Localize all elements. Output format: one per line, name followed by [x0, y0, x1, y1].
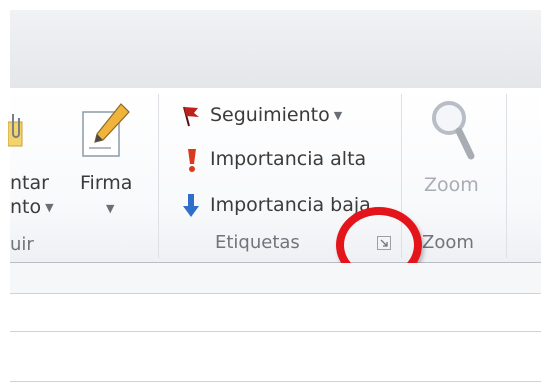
chevron-down-icon: ▼: [45, 201, 54, 214]
group-separator: [158, 94, 159, 258]
group-separator: [506, 94, 507, 258]
include-group-label: uir: [10, 234, 34, 255]
divider: [10, 331, 541, 332]
outlook-ribbon-screenshot: ntar nto ▼ uir Firma ▼ Seguimiento ▼ Imp…: [0, 0, 541, 385]
attach-button[interactable]: ntar nto ▼: [10, 172, 70, 224]
down-arrow-icon: [182, 192, 200, 222]
tags-group-label: Etiquetas: [215, 232, 300, 253]
high-importance-label: Importancia alta: [210, 148, 367, 170]
magnifier-icon: [429, 98, 477, 166]
attach-label-line1: ntar: [10, 172, 49, 194]
followup-button[interactable]: Seguimiento ▼: [178, 100, 378, 130]
followup-label: Seguimiento ▼: [210, 104, 342, 126]
low-importance-button[interactable]: Importancia baja: [178, 190, 378, 220]
chevron-down-icon: ▼: [333, 109, 343, 122]
attach-label-line2: nto ▼: [10, 198, 54, 217]
zoom-group-label: Zoom: [422, 232, 474, 253]
high-importance-button[interactable]: Importancia alta: [178, 144, 378, 174]
ribbon-tab-strip: [10, 10, 541, 89]
chevron-down-icon: ▼: [106, 202, 115, 215]
divider: [10, 381, 541, 382]
signature-label: Firma: [80, 172, 133, 194]
signature-button[interactable]: Firma ▼: [72, 98, 142, 218]
zoom-button-label: Zoom: [424, 174, 479, 196]
document-header-band: [10, 263, 541, 294]
low-importance-label: Importancia baja: [210, 194, 371, 216]
attach-label-line2-text: nto: [10, 196, 42, 218]
signature-pen-icon: [81, 102, 133, 158]
exclamation-icon: [186, 147, 198, 177]
zoom-button[interactable]: Zoom: [415, 94, 495, 214]
ribbon-panel: ntar nto ▼ uir Firma ▼ Seguimiento ▼ Imp…: [7, 88, 541, 263]
flag-icon: [180, 105, 200, 131]
followup-label-text: Seguimiento: [210, 104, 330, 126]
paperclip-icon: [7, 108, 26, 148]
